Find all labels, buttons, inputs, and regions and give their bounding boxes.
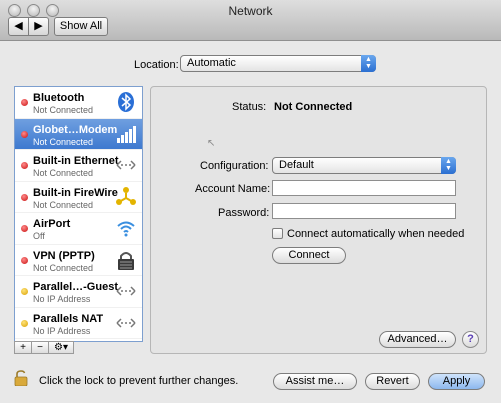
configuration-value: Default	[279, 159, 314, 171]
lock-text: Click the lock to prevent further change…	[39, 375, 239, 387]
service-status: Not Connected	[33, 105, 94, 115]
status-dot-icon	[21, 225, 28, 232]
status-dot-icon	[21, 193, 28, 201]
service-status: No IP Address	[33, 325, 91, 336]
ethernet-icon	[116, 286, 136, 296]
service-item-parallels-nat[interactable]: Parallels NAT No IP Address	[15, 308, 142, 339]
bluetooth-icon	[118, 92, 134, 112]
airport-icon	[117, 221, 135, 237]
status-dot-icon	[21, 99, 28, 106]
status-dot-icon	[21, 256, 28, 264]
service-name: Parallels NAT	[33, 312, 104, 325]
advanced-button[interactable]: Advanced…	[379, 331, 456, 348]
add-service-button[interactable]: +	[14, 341, 32, 354]
auto-connect-label[interactable]: Connect automatically when needed	[287, 228, 464, 240]
firewire-icon	[116, 186, 136, 205]
password-label: Password:	[218, 207, 270, 219]
status-dot-icon	[21, 162, 28, 169]
remove-service-button[interactable]: −	[31, 341, 49, 354]
status-dot-icon	[21, 319, 28, 327]
status-dot-icon	[21, 130, 28, 138]
service-name: AirPort	[33, 218, 71, 230]
vpn-lock-icon	[118, 251, 134, 270]
service-detail-panel	[150, 86, 487, 354]
service-name: Bluetooth	[33, 92, 85, 104]
signal-bars-icon	[117, 125, 136, 143]
apply-button[interactable]: Apply	[428, 373, 485, 390]
service-name: VPN (PPTP)	[33, 249, 95, 262]
service-item-globetrotter-modem[interactable]: Globet…Modem Not Connected	[15, 118, 142, 150]
password-field[interactable]	[272, 203, 456, 219]
status-value: Not Connected	[274, 101, 353, 113]
service-name: Parallel…-Guest	[33, 281, 118, 293]
status-label: Status:	[232, 101, 267, 113]
account-name-label: Account Name:	[195, 183, 271, 195]
service-item-bluetooth[interactable]: Bluetooth Not Connected	[15, 87, 142, 119]
lock-icon[interactable]	[14, 370, 28, 386]
ethernet-icon	[116, 317, 136, 328]
service-status: Not Connected	[33, 262, 94, 273]
popup-arrows-icon: ▲ ▼	[361, 55, 376, 72]
service-item-built-in-firewire[interactable]: Built-in FireWire Not Connected	[15, 182, 142, 213]
location-value: Automatic	[187, 57, 236, 69]
service-name: Built-in Ethernet	[33, 155, 119, 167]
auto-connect-checkbox[interactable]	[272, 228, 283, 239]
status-dot-icon	[21, 288, 28, 295]
service-status: Not Connected	[33, 168, 94, 178]
network-preferences-window: Network ◀ ▶ Show All Location: Automatic…	[0, 0, 501, 403]
popup-arrows-icon: ▲ ▼	[441, 157, 456, 174]
help-button[interactable]: ?	[462, 331, 479, 348]
forward-button[interactable]: ▶	[28, 17, 49, 36]
action-menu-button[interactable]: ⚙▾	[48, 341, 74, 354]
service-list[interactable]: Bluetooth Not Connected Globet…Modem Not…	[14, 86, 143, 342]
title-bar: Network ◀ ▶ Show All	[0, 0, 501, 41]
service-status: Not Connected	[33, 136, 94, 147]
service-name: Globet…Modem	[33, 123, 118, 136]
show-all-button[interactable]: Show All	[54, 17, 108, 36]
configuration-label: Configuration:	[200, 160, 269, 172]
back-button[interactable]: ◀	[8, 17, 29, 36]
service-name: Built-in FireWire	[33, 186, 118, 199]
ethernet-icon	[116, 160, 136, 170]
account-name-field[interactable]	[272, 180, 456, 196]
service-status: No IP Address	[33, 294, 91, 304]
service-item-built-in-ethernet[interactable]: Built-in Ethernet Not Connected	[15, 150, 142, 182]
connect-button[interactable]: Connect	[272, 247, 346, 264]
service-status: Off	[33, 231, 45, 241]
mouse-cursor-icon: ↖	[207, 138, 216, 149]
service-item-parallels-guest[interactable]: Parallel…-Guest No IP Address	[15, 276, 142, 308]
service-item-airport[interactable]: AirPort Off	[15, 213, 142, 245]
service-status: Not Connected	[33, 199, 94, 210]
configuration-popup[interactable]: Default ▲ ▼	[272, 157, 456, 174]
service-item-vpn-pptp[interactable]: VPN (PPTP) Not Connected	[15, 245, 142, 276]
window-title: Network	[228, 4, 273, 18]
service-list-tools: + − ⚙▾	[14, 341, 74, 354]
revert-button[interactable]: Revert	[365, 373, 420, 390]
location-label: Location:	[134, 59, 179, 71]
assist-me-button[interactable]: Assist me…	[273, 373, 357, 390]
location-popup[interactable]: Automatic ▲ ▼	[180, 55, 376, 72]
